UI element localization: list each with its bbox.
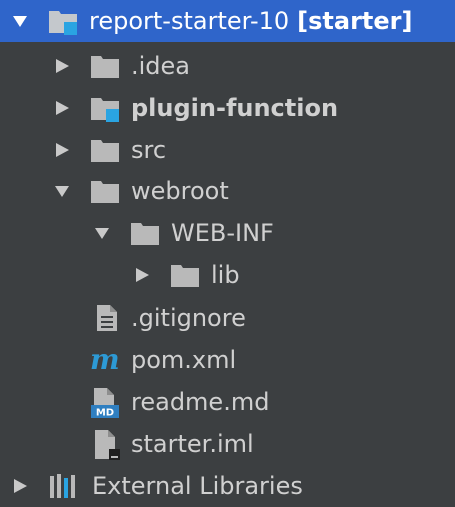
module-file-icon (92, 429, 122, 461)
tree-row-label: starter.iml (131, 430, 254, 458)
text-file-icon (94, 303, 120, 333)
tree-row-label: External Libraries (92, 472, 303, 500)
tree-row-label: webroot (131, 177, 229, 205)
folder-icon (170, 260, 200, 290)
chevron-right-icon[interactable] (12, 478, 28, 494)
markdown-file-icon: MD (90, 387, 120, 419)
chevron-right-icon[interactable] (54, 142, 70, 158)
folder-icon (90, 135, 120, 165)
chevron-right-icon[interactable] (54, 58, 70, 74)
chevron-down-icon[interactable] (54, 183, 70, 199)
tree-row-label: report-starter-10 [starter] (89, 0, 412, 42)
maven-icon: m (90, 343, 120, 376)
tree-row-label: .gitignore (131, 304, 246, 332)
tree-row-label: readme.md (131, 388, 270, 416)
chevron-right-icon[interactable] (134, 267, 150, 283)
tree-row-src[interactable]: src (0, 129, 455, 171)
folder-icon (90, 176, 120, 206)
library-icon (48, 471, 80, 501)
folder-icon (90, 51, 120, 81)
root-tag: [starter] (297, 7, 413, 35)
tree-row-label: pom.xml (131, 346, 237, 374)
markdown-badge-text: MD (96, 408, 114, 419)
tree-row-label: plugin-function (131, 94, 339, 122)
module-folder-icon (48, 6, 78, 36)
tree-row-gitignore[interactable]: .gitignore (0, 297, 455, 339)
tree-row-root[interactable]: report-starter-10 [starter] (0, 0, 455, 42)
tree-row-readme-md[interactable]: MD readme.md (0, 381, 455, 423)
tree-row-starter-iml[interactable]: starter.iml (0, 423, 455, 465)
root-label: report-starter-10 (89, 7, 290, 35)
tree-row-label: WEB-INF (171, 219, 274, 247)
tree-row-lib[interactable]: lib (0, 254, 455, 296)
tree-row-label: lib (211, 261, 240, 289)
tree-row-webroot[interactable]: webroot (0, 170, 455, 212)
tree-row-label: .idea (131, 52, 191, 80)
tree-row-external-libraries[interactable]: External Libraries (0, 465, 455, 507)
chevron-right-icon[interactable] (54, 100, 70, 116)
chevron-down-icon[interactable] (94, 225, 110, 241)
tree-row-label: src (131, 136, 167, 164)
tree-row-idea[interactable]: .idea (0, 45, 455, 87)
tree-row-web-inf[interactable]: WEB-INF (0, 212, 455, 254)
tree-row-plugin-function[interactable]: plugin-function (0, 87, 455, 129)
chevron-down-icon[interactable] (12, 13, 28, 29)
module-folder-icon (90, 93, 120, 123)
tree-row-pom-xml[interactable]: m pom.xml (0, 339, 455, 381)
project-tree: report-starter-10 [starter] .idea plugin-… (0, 0, 455, 500)
folder-icon (130, 218, 160, 248)
